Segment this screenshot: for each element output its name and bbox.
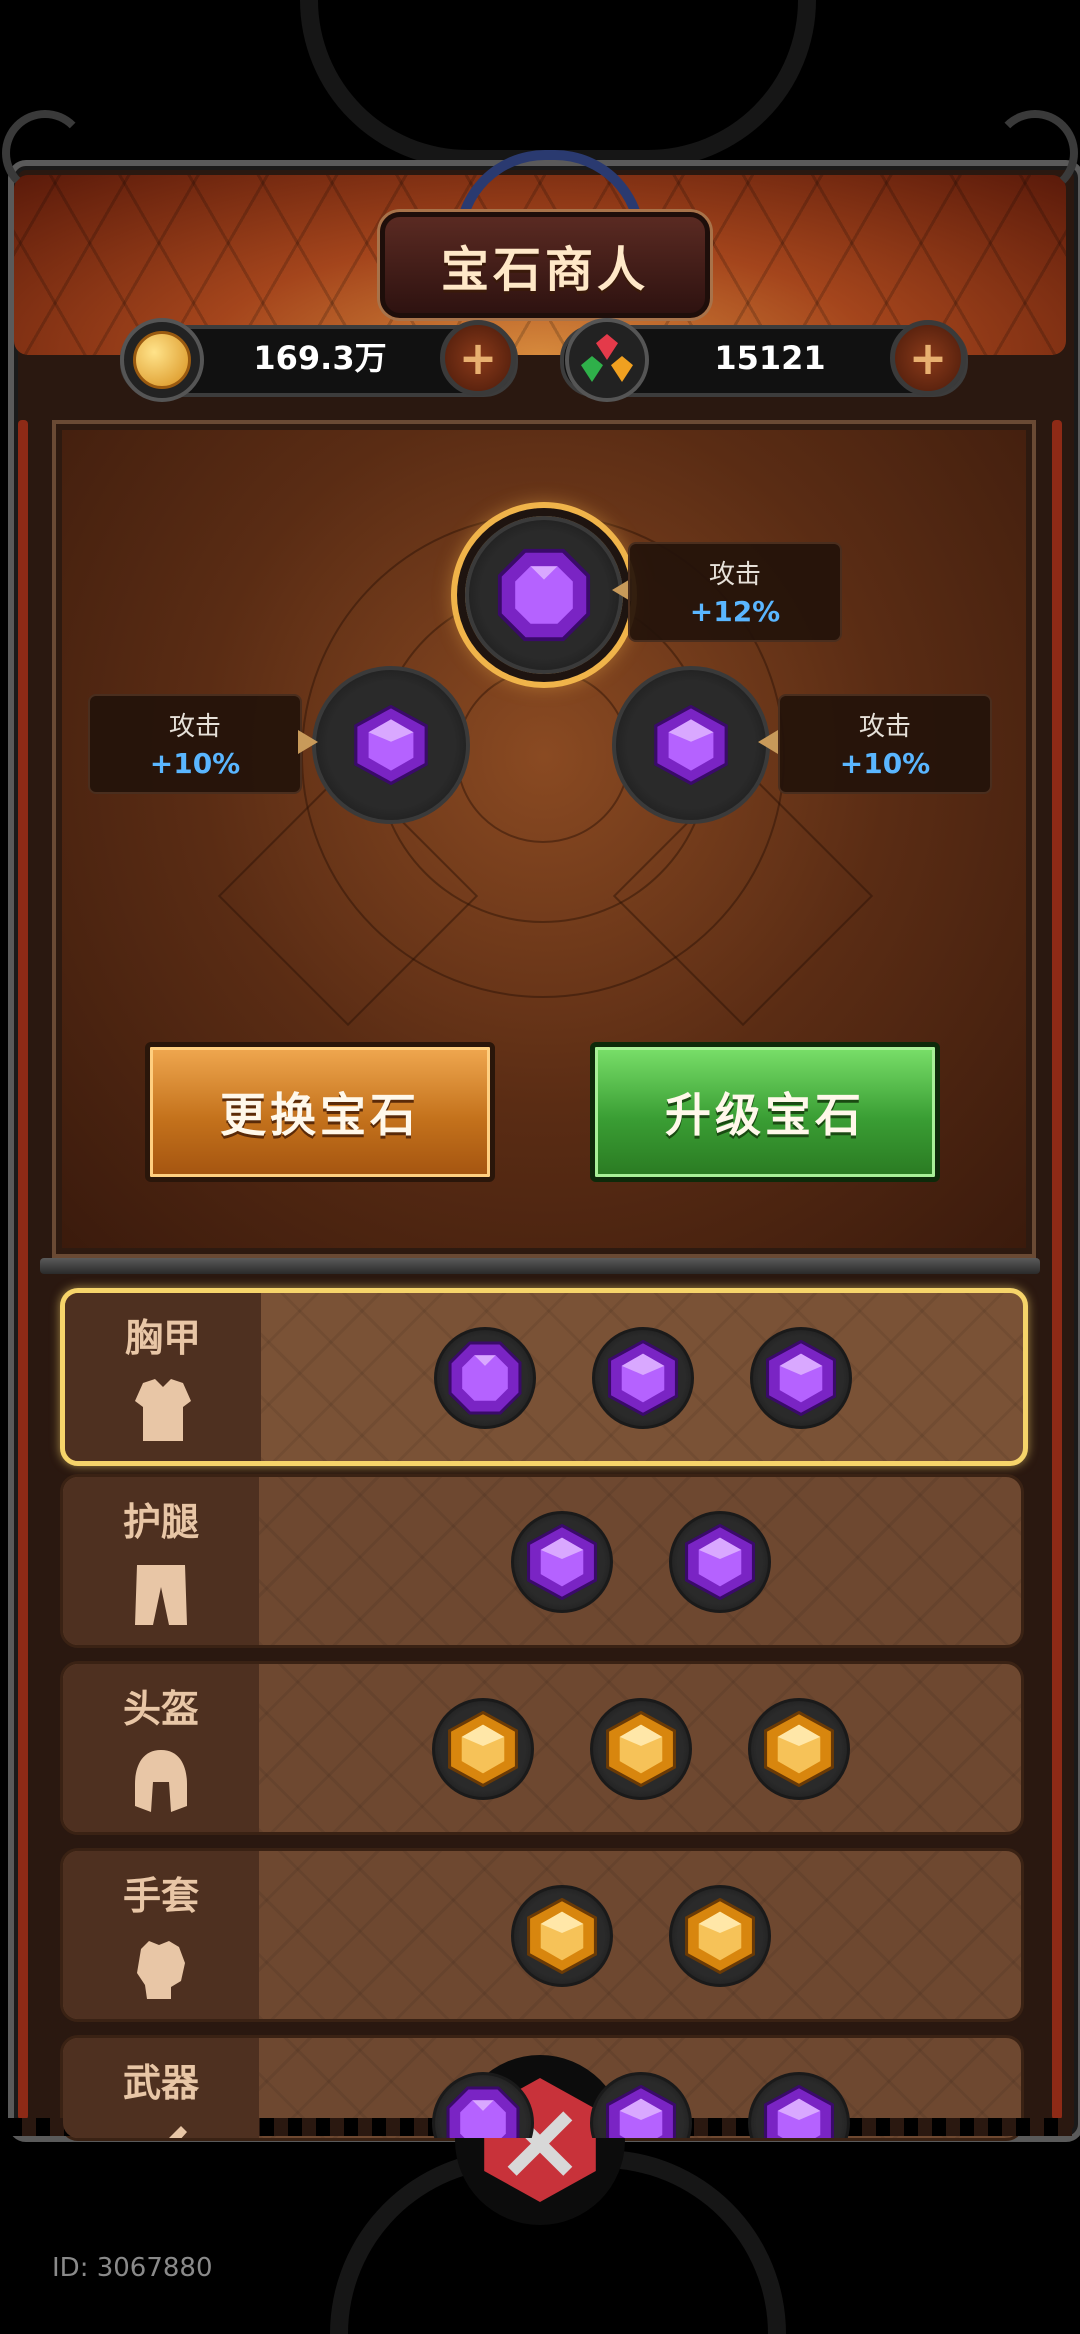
equipment-slot-label: 胸甲 bbox=[65, 1293, 261, 1461]
purple-gem-icon bbox=[654, 705, 728, 785]
stat-pointer bbox=[298, 730, 318, 754]
stat-box-top: 攻击 +12% bbox=[628, 542, 842, 642]
swap-gem-button[interactable]: 更换宝石 bbox=[145, 1042, 495, 1182]
helmet-icon bbox=[131, 1748, 191, 1814]
gem-socket-left[interactable] bbox=[312, 666, 470, 824]
equipment-row[interactable]: 头盔 bbox=[60, 1661, 1024, 1835]
equipment-slot-label: 护腿 bbox=[63, 1477, 259, 1645]
socketed-gem-purple-octagon bbox=[434, 1327, 536, 1429]
socketed-gem-purple-hexagon bbox=[590, 2072, 692, 2138]
equipment-name: 胸甲 bbox=[124, 1316, 201, 1360]
equipment-row[interactable]: 护腿 bbox=[60, 1474, 1024, 1648]
stat-label: 攻击 bbox=[168, 712, 221, 742]
socketed-gem-purple-hexagon bbox=[748, 2072, 850, 2138]
equipment-slot-label: 头盔 bbox=[63, 1664, 259, 1832]
gem-amount: 15121 bbox=[714, 339, 826, 377]
upgrade-gem-button[interactable]: 升级宝石 bbox=[590, 1042, 940, 1182]
stat-value: +12% bbox=[689, 595, 781, 628]
equipment-slot-label: 手套 bbox=[63, 1851, 259, 2019]
stat-pointer bbox=[758, 730, 778, 754]
coin-amount: 169.3万 bbox=[253, 339, 387, 377]
gem-cluster-icon bbox=[565, 318, 649, 402]
weapon-icon bbox=[131, 2122, 191, 2138]
socketed-gem-purple-hexagon bbox=[511, 1511, 613, 1613]
leg-armor-icon bbox=[131, 1561, 191, 1627]
stat-label: 攻击 bbox=[858, 712, 911, 742]
stat-label: 攻击 bbox=[708, 560, 761, 590]
stat-box-right: 攻击 +10% bbox=[778, 694, 992, 794]
socketed-gem-gold-hexagon bbox=[669, 1885, 771, 1987]
frame-rail-left bbox=[18, 420, 28, 2120]
socketed-gem-purple-hexagon bbox=[750, 1327, 852, 1429]
equipment-name: 头盔 bbox=[122, 1687, 199, 1731]
gem-socket-top[interactable] bbox=[465, 516, 623, 674]
socketed-gem-purple-octagon bbox=[432, 2072, 534, 2138]
gauntlet-icon bbox=[131, 1935, 191, 2001]
socketed-gem-purple-hexagon bbox=[669, 1511, 771, 1613]
purple-gem-icon bbox=[497, 548, 591, 642]
frame-rail-right bbox=[1052, 420, 1062, 2120]
equipment-row[interactable]: 胸甲 bbox=[60, 1288, 1028, 1466]
stat-box-left: 攻击 +10% bbox=[88, 694, 302, 794]
section-divider bbox=[40, 1258, 1040, 1274]
add-coins-button[interactable]: + bbox=[440, 320, 516, 396]
equipment-name: 护腿 bbox=[122, 1500, 199, 1544]
equipment-name: 武器 bbox=[122, 2061, 199, 2105]
equipment-slot-label: 武器 bbox=[63, 2038, 259, 2138]
plus-icon: + bbox=[908, 331, 948, 385]
stat-value: +10% bbox=[149, 747, 241, 780]
socketed-gem-gold-hexagon bbox=[748, 1698, 850, 1800]
socketed-gem-gold-hexagon bbox=[590, 1698, 692, 1800]
chest-armor-icon bbox=[133, 1377, 193, 1443]
purple-gem-icon bbox=[354, 705, 428, 785]
socketed-gem-purple-hexagon bbox=[592, 1327, 694, 1429]
add-gems-button[interactable]: + bbox=[890, 320, 966, 396]
equipment-name: 手套 bbox=[122, 1874, 199, 1918]
gem-socket-right[interactable] bbox=[612, 666, 770, 824]
corner-ornament-right bbox=[992, 110, 1078, 196]
page-title: 宝石商人 bbox=[440, 242, 649, 298]
corner-ornament-left bbox=[2, 110, 88, 196]
player-id: ID: 3067880 bbox=[52, 2253, 213, 2283]
background-ornament-top bbox=[300, 0, 816, 168]
socketed-gem-gold-hexagon bbox=[511, 1885, 613, 1987]
title-plate: 宝石商人 bbox=[380, 212, 710, 318]
plus-icon: + bbox=[458, 331, 498, 385]
equipment-row[interactable]: 武器 bbox=[60, 2035, 1024, 2141]
gold-coin-icon bbox=[120, 318, 204, 402]
stat-value: +10% bbox=[839, 747, 931, 780]
socketed-gem-gold-hexagon bbox=[432, 1698, 534, 1800]
equipment-row[interactable]: 手套 bbox=[60, 1848, 1024, 2022]
